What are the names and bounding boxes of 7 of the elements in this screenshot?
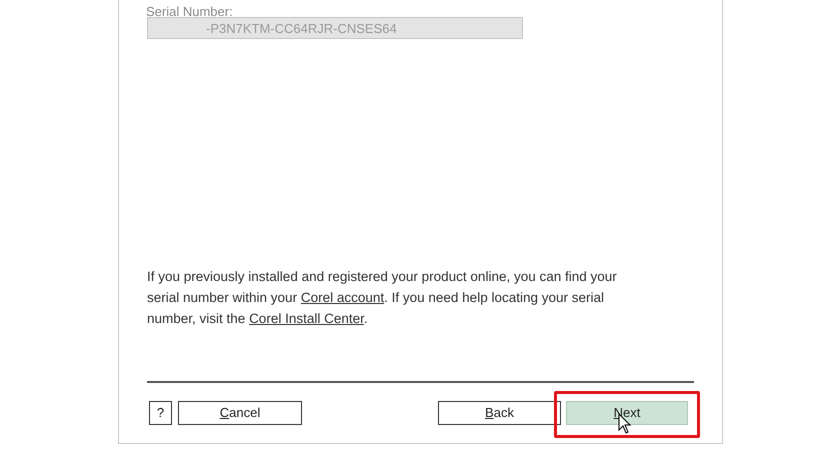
back-button[interactable]: Back xyxy=(438,401,561,425)
link[interactable]: Corel account xyxy=(300,290,384,305)
help-paragraph: If you previously installed and registered your product online, you can find your serial number within your Corel account. If you need help locating your serial number, visit the Corel Install Center. xyxy=(147,268,618,328)
help-button[interactable]: ? xyxy=(149,401,172,425)
cancel-button[interactable]: Cancel xyxy=(178,401,302,425)
serial-number-label: Serial Number: xyxy=(146,4,233,20)
link[interactable]: Corel Install Center xyxy=(249,311,364,326)
